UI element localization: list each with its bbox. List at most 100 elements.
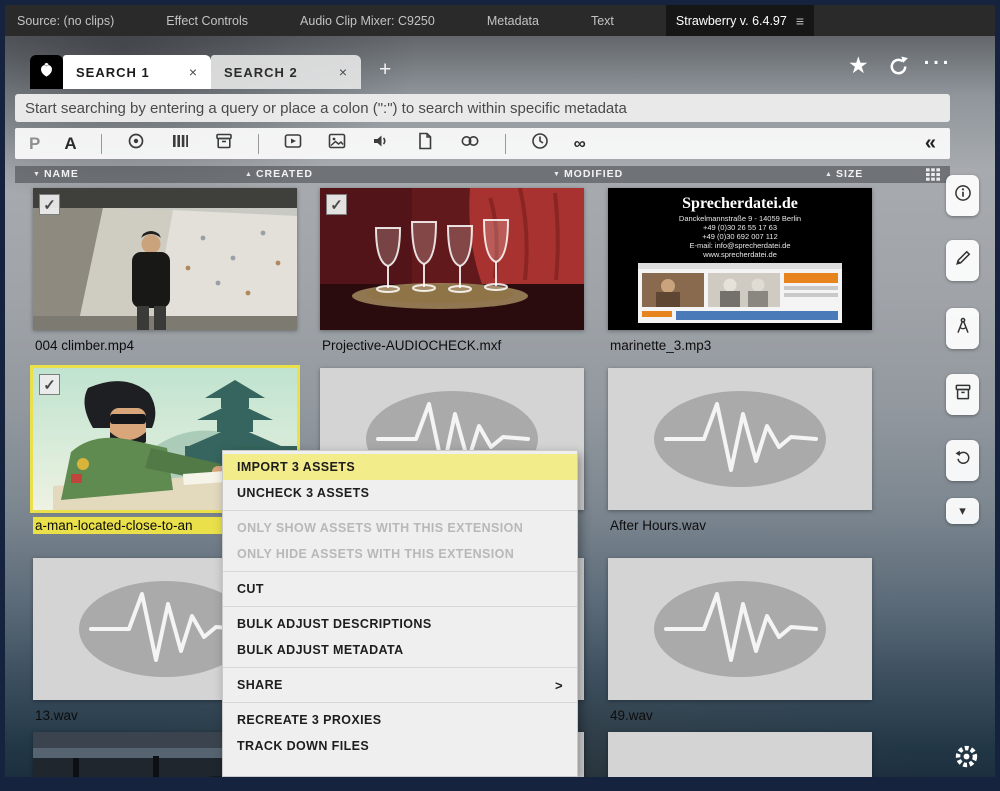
menu-item-import-assets[interactable]: IMPORT 3 ASSETS xyxy=(223,454,577,480)
sidebar-expand-button[interactable]: ▾ xyxy=(946,498,979,524)
close-icon[interactable]: × xyxy=(339,64,348,80)
image-filter-icon[interactable] xyxy=(327,131,347,156)
toolbar-divider xyxy=(101,134,102,154)
audition-filter-icon[interactable]: A xyxy=(64,134,76,154)
asset-card-climber[interactable]: ✓ 004 climber.mp4 xyxy=(33,188,297,354)
menu-item-only-show-extension: ONLY SHOW ASSETS WITH THIS EXTENSION xyxy=(223,515,577,541)
column-header-size[interactable]: ▲ SIZE xyxy=(825,168,863,180)
column-header-name-label: NAME xyxy=(44,168,79,180)
sprecher-line: +49 (0)30 26 55 17 63 xyxy=(703,223,777,232)
gear-icon xyxy=(953,757,980,774)
edit-button[interactable] xyxy=(946,240,979,281)
tools-button[interactable] xyxy=(946,308,979,349)
panel-tab-strawberry[interactable]: Strawberry v. 6.4.97 ≡ xyxy=(666,5,814,36)
submenu-arrow-icon: > xyxy=(555,678,563,693)
sprecher-line: Danckelmannstraße 9 - 14059 Berlin xyxy=(679,214,801,223)
search-tab-2[interactable]: SEARCH 2 × xyxy=(211,55,361,89)
menu-item-label: TRACK DOWN FILES xyxy=(237,739,369,753)
menu-item-label: ONLY HIDE ASSETS WITH THIS EXTENSION xyxy=(237,547,514,561)
asset-name: marinette_3.mp3 xyxy=(608,337,872,354)
sort-asc-icon: ▲ xyxy=(245,171,253,178)
asset-thumbnail[interactable]: ✓ xyxy=(33,188,297,330)
grid-view-icon[interactable] xyxy=(926,168,940,184)
panel-tab-text[interactable]: Text xyxy=(591,14,614,28)
menu-item-bulk-adjust-metadata[interactable]: BULK ADJUST METADATA xyxy=(223,637,577,663)
link-filter-icon[interactable] xyxy=(459,131,481,156)
column-header-modified[interactable]: ▼ MODIFIED xyxy=(553,168,623,180)
menu-item-label: IMPORT 3 ASSETS xyxy=(237,460,355,474)
asset-thumbnail[interactable] xyxy=(608,368,872,510)
premiere-panel-tabbar: Source: (no clips) Effect Controls Audio… xyxy=(5,5,995,36)
menu-item-label: RECREATE 3 PROXIES xyxy=(237,713,382,727)
menu-divider xyxy=(223,571,577,572)
panel-tab-metadata[interactable]: Metadata xyxy=(487,14,539,28)
column-header-modified-label: MODIFIED xyxy=(564,168,623,180)
panel-tab-source[interactable]: Source: (no clips) xyxy=(17,14,114,28)
asset-card-marinette[interactable]: Sprecherdatei.de Danckelmannstraße 9 - 1… xyxy=(608,188,872,354)
archive-button[interactable] xyxy=(946,374,979,415)
infinity-icon[interactable]: ∞ xyxy=(574,134,586,154)
audio-filter-icon[interactable] xyxy=(371,131,391,156)
menu-item-label: SHARE xyxy=(237,678,283,692)
column-header-size-label: SIZE xyxy=(836,168,863,180)
new-search-tab-button[interactable]: + xyxy=(379,58,391,82)
asset-thumbnail[interactable]: Sprecherdatei.de Danckelmannstraße 9 - 1… xyxy=(608,188,872,330)
favorite-star-icon[interactable]: ★ xyxy=(848,52,869,79)
video-filter-icon[interactable] xyxy=(283,131,303,156)
sprecher-line: E-mail: info@sprecherdatei.de xyxy=(690,241,791,250)
panel-menu-icon[interactable]: ≡ xyxy=(796,13,804,29)
sync-button[interactable] xyxy=(946,440,979,481)
document-filter-icon[interactable] xyxy=(415,131,435,156)
menu-item-share[interactable]: SHARE > xyxy=(223,672,577,698)
menu-item-recreate-proxies[interactable]: RECREATE 3 PROXIES xyxy=(223,707,577,733)
info-button[interactable] xyxy=(946,175,979,216)
compass-icon xyxy=(953,316,973,341)
search-tab-1[interactable]: SEARCH 1 × xyxy=(63,55,211,89)
menu-item-cut[interactable]: CUT xyxy=(223,576,577,602)
search-bar xyxy=(15,94,950,122)
menu-item-uncheck-assets[interactable]: UNCHECK 3 ASSETS xyxy=(223,480,577,506)
menu-item-label: BULK ADJUST METADATA xyxy=(237,643,404,657)
sync-arrow-icon xyxy=(953,448,973,473)
columns-view-icon[interactable] xyxy=(170,131,190,156)
menu-item-label: UNCHECK 3 ASSETS xyxy=(237,486,369,500)
sprecher-line: www.sprecherdatei.de xyxy=(702,250,777,259)
asset-card-49wav[interactable]: 49.wav xyxy=(608,558,872,724)
sprecher-title: Sprecherdatei.de xyxy=(682,195,798,212)
asset-checkbox[interactable]: ✓ xyxy=(326,194,347,215)
menu-item-only-hide-extension: ONLY HIDE ASSETS WITH THIS EXTENSION xyxy=(223,541,577,567)
record-status-icon[interactable] xyxy=(126,131,146,156)
asset-checkbox[interactable]: ✓ xyxy=(39,194,60,215)
close-icon[interactable]: × xyxy=(189,64,198,80)
sort-asc-icon: ▲ xyxy=(825,171,833,178)
archive-filter-icon[interactable] xyxy=(214,131,234,156)
column-header-name[interactable]: ▼ NAME xyxy=(33,168,79,180)
asset-thumbnail[interactable] xyxy=(608,732,872,777)
clock-icon[interactable] xyxy=(530,131,550,156)
menu-item-bulk-adjust-descriptions[interactable]: BULK ADJUST DESCRIPTIONS xyxy=(223,611,577,637)
collapse-toolbar-icon[interactable]: « xyxy=(925,132,936,155)
panel-tab-effect-controls[interactable]: Effect Controls xyxy=(166,14,248,28)
search-input[interactable] xyxy=(25,100,940,117)
settings-button[interactable] xyxy=(953,743,980,775)
info-icon xyxy=(953,183,973,208)
column-header-created[interactable]: ▲ CREATED xyxy=(245,168,313,180)
strawberry-logo-tab[interactable] xyxy=(30,55,63,89)
pencil-icon xyxy=(953,248,973,273)
asset-card-partial[interactable] xyxy=(608,732,872,777)
more-options-icon[interactable]: … xyxy=(921,38,953,72)
panel-tab-strawberry-label: Strawberry v. 6.4.97 xyxy=(676,14,787,28)
refresh-icon[interactable] xyxy=(887,55,910,83)
asset-checkbox[interactable]: ✓ xyxy=(39,374,60,395)
climber-thumbnail-art xyxy=(33,188,297,330)
asset-thumbnail[interactable]: ✓ xyxy=(320,188,584,330)
asset-thumbnail[interactable] xyxy=(608,558,872,700)
premiere-filter-icon[interactable]: P xyxy=(29,134,40,154)
column-header-row: ▼ NAME ▲ CREATED ▼ MODIFIED ▲ SIZE xyxy=(15,166,950,183)
asset-card-audiocheck[interactable]: ✓ Projective-AUDIOCHECK.mxf xyxy=(320,188,584,354)
menu-item-track-down-files[interactable]: TRACK DOWN FILES xyxy=(223,733,577,759)
asset-card-after-hours[interactable]: After Hours.wav xyxy=(608,368,872,534)
toolbar-divider xyxy=(505,134,506,154)
panel-tab-audio-clip-mixer[interactable]: Audio Clip Mixer: C9250 xyxy=(300,14,435,28)
strawberry-logo-icon xyxy=(37,60,56,84)
